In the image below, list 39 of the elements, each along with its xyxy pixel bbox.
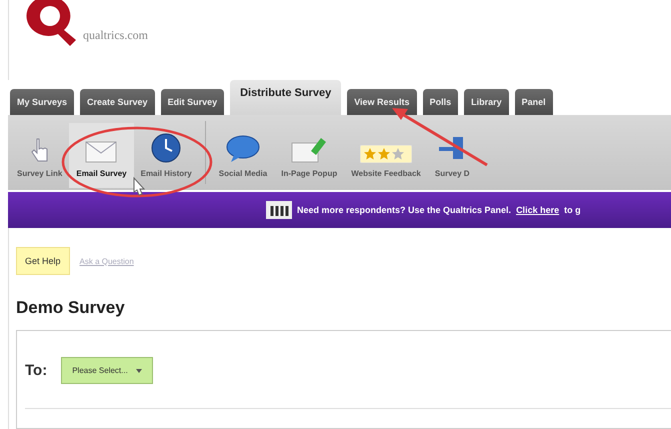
toolbar-label: Website Feedback <box>351 169 421 178</box>
hand-pointer-icon <box>30 137 49 163</box>
toolbar-label: Email Survey <box>76 169 127 178</box>
toolbar-item[interactable]: Survey Link <box>10 123 70 188</box>
toolbar-label: Survey D <box>434 169 470 178</box>
envelope-icon <box>85 141 118 163</box>
clock-icon <box>151 133 182 163</box>
people-icon <box>266 201 292 219</box>
nav-tab[interactable]: Panel <box>514 89 553 115</box>
popup-window-icon <box>291 137 328 163</box>
toolbar-label: Social Media <box>218 169 268 178</box>
get-help-button[interactable]: Get Help <box>16 247 70 275</box>
toolbar-item[interactable]: Email Survey <box>69 123 134 188</box>
nav-tab[interactable]: Distribute Survey <box>230 80 342 115</box>
toolbar-item[interactable]: In-Page Popup <box>274 123 344 188</box>
speech-bubble-icon <box>226 135 260 163</box>
nav-tab[interactable]: View Results <box>347 89 417 115</box>
nav-tab[interactable]: Create Survey <box>80 89 155 115</box>
recipient-dropdown[interactable]: Please Select... <box>61 357 153 384</box>
toolbar-label: In-Page Popup <box>281 169 338 178</box>
rating-stars-icon <box>360 145 412 163</box>
cursor-icon <box>134 176 146 196</box>
nav-tab[interactable]: Edit Survey <box>160 89 224 115</box>
survey-title: Demo Survey <box>16 298 126 318</box>
nav-tab[interactable]: My Surveys <box>10 89 74 115</box>
toolbar-item[interactable]: Survey D <box>428 123 477 188</box>
nav-tab[interactable]: Library <box>464 89 509 115</box>
to-label: To: <box>25 362 48 379</box>
toolbar-label: Survey Link <box>17 169 62 178</box>
banner-text: Need more respondents? Use the Qualtrics Panel. <box>297 205 512 215</box>
toolbar-label: Email History <box>140 169 192 178</box>
caret-icon <box>136 368 142 372</box>
logo-text: qualtrics.com <box>83 28 148 43</box>
toolbar-item[interactable]: Website Feedback <box>344 123 428 188</box>
toolbar-item[interactable]: Email History <box>134 123 199 188</box>
banner-text: to g <box>564 205 581 215</box>
nav-tab[interactable]: Polls <box>422 89 458 115</box>
toolbar-item[interactable]: Social Media <box>212 123 274 188</box>
banner-link[interactable]: Click here <box>516 205 560 215</box>
